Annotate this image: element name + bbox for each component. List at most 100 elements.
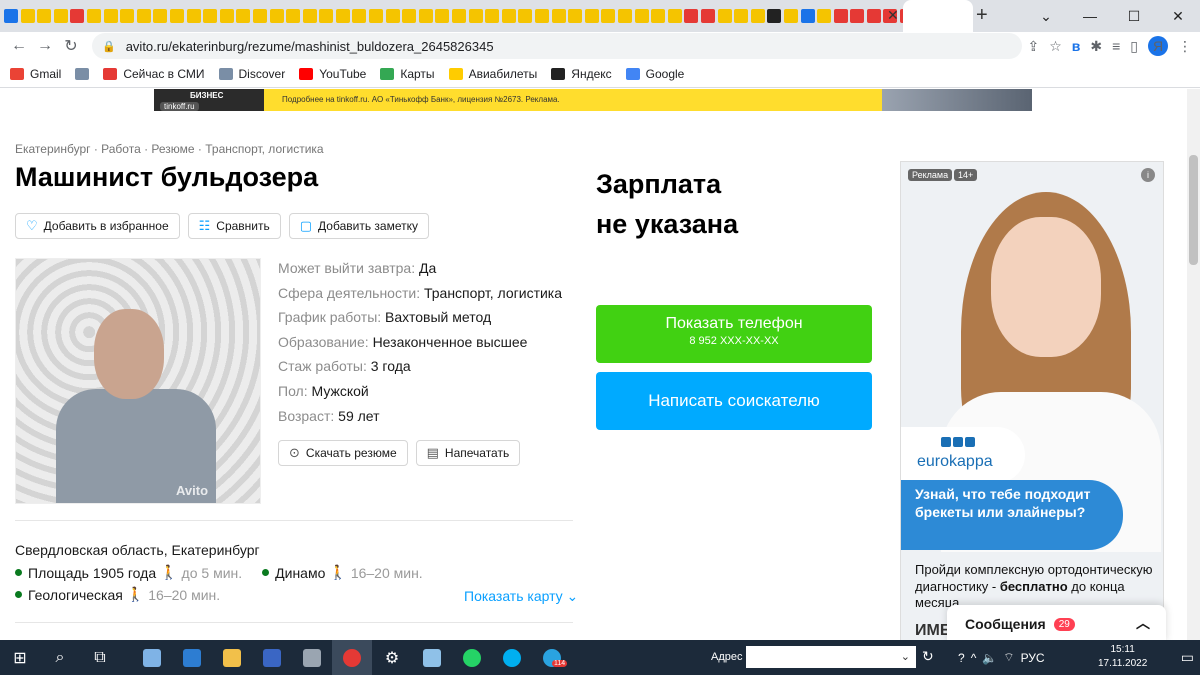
- tab-favicon-icon[interactable]: [734, 9, 749, 23]
- scroll-thumb[interactable]: [1189, 155, 1198, 265]
- settings-app-icon[interactable]: ⚙: [372, 640, 412, 675]
- skype-app-icon[interactable]: [492, 640, 532, 675]
- tab-favicon-icon[interactable]: [236, 9, 251, 23]
- add-favorite-button[interactable]: ♡ Добавить в избранное: [15, 213, 180, 239]
- write-candidate-button[interactable]: Написать соискателю: [596, 372, 872, 430]
- task-view-icon[interactable]: ⧉: [80, 640, 120, 675]
- download-resume-button[interactable]: ⊙ Скачать резюме: [278, 440, 408, 466]
- start-button[interactable]: ⊞: [0, 640, 40, 675]
- bookmark-item[interactable]: Gmail: [10, 67, 61, 81]
- address-toolbar-input[interactable]: ⌄: [746, 646, 916, 668]
- tab-favicon-icon[interactable]: [750, 9, 765, 23]
- chevron-up-icon[interactable]: ^: [971, 651, 977, 665]
- search-icon[interactable]: ⌕: [40, 640, 80, 675]
- reload-icon[interactable]: ↻: [58, 36, 84, 56]
- tab-search-icon[interactable]: ⌄: [1024, 0, 1068, 32]
- tab-favicon-icon[interactable]: [866, 9, 881, 23]
- telegram-app-icon[interactable]: 114: [532, 640, 572, 675]
- breadcrumb[interactable]: Екатеринбург · Работа · Резюме · Транспо…: [15, 142, 324, 156]
- tab-favicon-icon[interactable]: [850, 9, 865, 23]
- minimize-button[interactable]: —: [1068, 0, 1112, 32]
- tab-favicon-icon[interactable]: [402, 9, 417, 23]
- bookmark-item[interactable]: Карты: [380, 67, 435, 81]
- tab-favicon-icon[interactable]: [70, 9, 85, 23]
- tab-favicon-icon[interactable]: [103, 9, 118, 23]
- tab-favicon-icon[interactable]: [4, 9, 18, 23]
- app-icon[interactable]: [252, 640, 292, 675]
- tab-favicon-icon[interactable]: [601, 9, 616, 23]
- tab-favicon-icon[interactable]: [20, 9, 35, 23]
- notifications-icon[interactable]: ▭: [1181, 649, 1194, 666]
- tab-favicon-icon[interactable]: [468, 9, 483, 23]
- extension-b-icon[interactable]: в: [1072, 38, 1081, 54]
- help-icon[interactable]: ?: [958, 651, 965, 665]
- tab-favicon-icon[interactable]: [568, 9, 583, 23]
- paint-app-icon[interactable]: [132, 640, 172, 675]
- tab-favicon-icon[interactable]: [700, 9, 715, 23]
- bookmark-item[interactable]: Авиабилеты: [448, 67, 537, 81]
- messages-widget[interactable]: Сообщения 29 ︿: [947, 605, 1166, 640]
- tab-favicon-icon[interactable]: [418, 9, 433, 23]
- active-tab[interactable]: [903, 0, 973, 32]
- bookmark-item[interactable]: Discover: [218, 67, 285, 81]
- tab-favicon-icon[interactable]: [767, 9, 782, 23]
- puzzle-icon[interactable]: ✱: [1090, 38, 1102, 55]
- bookmark-item[interactable]: [75, 67, 90, 80]
- show-phone-button[interactable]: Показать телефон 8 952 XXX-XX-XX: [596, 305, 872, 363]
- language-indicator[interactable]: РУС: [1021, 651, 1045, 665]
- tab-favicon-icon[interactable]: [37, 9, 52, 23]
- tab-favicon-icon[interactable]: [667, 9, 682, 23]
- tab-favicon-icon[interactable]: [302, 9, 317, 23]
- tab-favicon-icon[interactable]: [385, 9, 400, 23]
- side-banner-ad[interactable]: Реклама 14+ i eurokappa Узнай, что тебе …: [900, 161, 1164, 640]
- tab-favicon-icon[interactable]: [203, 9, 218, 23]
- bookmark-item[interactable]: Яндекс: [551, 67, 612, 81]
- tab-favicon-icon[interactable]: [651, 9, 666, 23]
- tab-favicon-icon[interactable]: [535, 9, 549, 23]
- tab-favicon-icon[interactable]: [53, 9, 68, 23]
- network-icon[interactable]: ⌔: [1003, 650, 1014, 665]
- tab-favicon-icon[interactable]: [518, 9, 533, 23]
- tab-favicon-icon[interactable]: [335, 9, 350, 23]
- tab-favicons[interactable]: [0, 0, 917, 32]
- maximize-button[interactable]: ☐: [1112, 0, 1156, 32]
- compare-button[interactable]: ☷ Сравнить: [187, 213, 281, 239]
- tab-favicon-icon[interactable]: [153, 9, 168, 23]
- app-icon[interactable]: [412, 640, 452, 675]
- info-icon[interactable]: i: [1141, 168, 1155, 182]
- tab-favicon-icon[interactable]: [252, 9, 267, 23]
- volume-icon[interactable]: 🔈: [982, 651, 997, 665]
- tab-favicon-icon[interactable]: [833, 9, 848, 23]
- chrome-app-icon[interactable]: [332, 640, 372, 675]
- show-map-link[interactable]: Показать карту ⌄: [464, 588, 578, 605]
- menu-icon[interactable]: ⋮: [1178, 38, 1192, 55]
- tab-favicon-icon[interactable]: [617, 9, 632, 23]
- tab-favicon-icon[interactable]: [169, 9, 184, 23]
- tab-favicon-icon[interactable]: [352, 9, 367, 23]
- tab-favicon-icon[interactable]: [800, 9, 815, 23]
- tab-favicon-icon[interactable]: [186, 9, 201, 23]
- tab-favicon-icon[interactable]: [684, 9, 699, 23]
- chevron-up-icon[interactable]: ︿: [1136, 613, 1150, 633]
- side-panel-icon[interactable]: ▯: [1130, 38, 1138, 55]
- tab-favicon-icon[interactable]: [286, 9, 301, 23]
- tab-favicon-icon[interactable]: [120, 9, 135, 23]
- lock-icon[interactable]: 🔒: [102, 40, 116, 53]
- tab-close-icon[interactable]: ✕: [887, 7, 899, 24]
- tab-favicon-icon[interactable]: [717, 9, 732, 23]
- defender-app-icon[interactable]: [172, 640, 212, 675]
- tab-favicon-icon[interactable]: [219, 9, 234, 23]
- tab-favicon-icon[interactable]: [584, 9, 599, 23]
- new-tab-button[interactable]: +: [976, 4, 988, 27]
- tab-favicon-icon[interactable]: [435, 9, 450, 23]
- page-scrollbar[interactable]: [1187, 89, 1200, 640]
- tab-favicon-icon[interactable]: [319, 9, 334, 23]
- tab-favicon-icon[interactable]: [817, 9, 832, 23]
- clock[interactable]: 15:11 17.11.2022: [1098, 643, 1147, 671]
- add-note-button[interactable]: ▢ Добавить заметку: [288, 213, 429, 239]
- refresh-icon[interactable]: ↻: [922, 648, 934, 665]
- reading-list-icon[interactable]: ≡: [1112, 38, 1120, 54]
- print-button[interactable]: ▤ Напечатать: [415, 440, 521, 466]
- tab-favicon-icon[interactable]: [485, 9, 500, 23]
- tab-favicon-icon[interactable]: [501, 9, 516, 23]
